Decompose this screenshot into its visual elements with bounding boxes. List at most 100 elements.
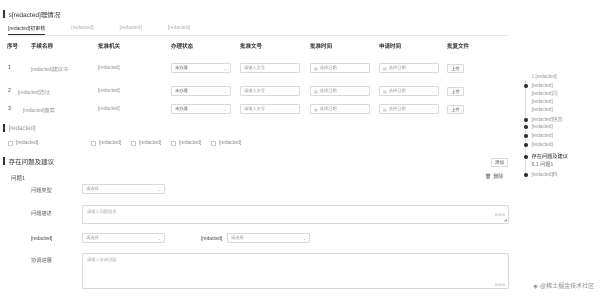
delete-issue-button[interactable]: 🗑 删除 xyxy=(485,173,504,181)
status-select[interactable]: 未办理 ⌄ xyxy=(171,63,231,73)
date-placeholder: 选择日期 xyxy=(388,106,406,111)
docnum-input[interactable]: 请输入文号 xyxy=(240,63,300,73)
calendar-icon: ▦ xyxy=(314,65,318,71)
calendar-icon: ▦ xyxy=(314,88,318,94)
anchor-item[interactable]: [redacted] xyxy=(520,133,553,139)
date-placeholder: 选择日期 xyxy=(388,65,406,70)
row-authority: [redacted] xyxy=(98,106,120,112)
table-row: 2 [redacted]选址 [redacted] 未办理 ⌄ 请输入文号 ▦ … xyxy=(0,86,500,98)
th-file: 批复文件 xyxy=(447,44,470,50)
select-placeholder: 请选择 xyxy=(86,186,99,191)
apply-date-picker[interactable]: ▦ 选择日期 xyxy=(379,63,439,73)
tab-4[interactable]: [redacted] xyxy=(168,24,190,35)
anchor-dot xyxy=(523,125,528,129)
row-name: [redacted]选址 xyxy=(18,90,50,96)
checkbox-box xyxy=(131,140,136,146)
left-select-label: [redacted] xyxy=(31,236,53,242)
checkbox-option[interactable]: [redacted] xyxy=(171,140,201,146)
checkbox-box xyxy=(91,140,96,146)
select-placeholder: 请选择 xyxy=(231,235,244,240)
checkbox-option[interactable]: [redacted] xyxy=(211,140,241,146)
left-select[interactable]: 请选择 ⌄ xyxy=(82,233,165,243)
checkbox-label: [redacted] xyxy=(139,140,162,146)
checkbox-label: [redacted] xyxy=(219,140,242,146)
calendar-icon: ▦ xyxy=(383,65,387,71)
textarea-placeholder: 请输入协调进展 xyxy=(87,257,117,262)
upload-button[interactable]: 上传 xyxy=(447,64,464,73)
status-value: 未办理 xyxy=(175,65,188,70)
issue-label: 问题1 xyxy=(11,176,26,182)
add-issue-button[interactable]: 添加 xyxy=(491,158,508,167)
section-marker xyxy=(3,10,5,18)
checkbox-option[interactable]: [redacted] xyxy=(91,140,121,146)
apply-date-picker[interactable]: ▦ 选择日期 xyxy=(379,104,439,114)
issue-type-select[interactable]: 请选择 ⌄ xyxy=(82,184,165,194)
coordination-textarea[interactable]: 请输入协调进展 0/500 xyxy=(82,253,509,289)
delete-label: 删除 xyxy=(493,174,504,180)
anchor-item[interactable]: [redacted]况 xyxy=(520,90,558,97)
issue-desc-textarea[interactable]: 请输入问题描述 0/500 ◢ xyxy=(82,205,509,224)
row-name: [redacted]备案 xyxy=(23,108,55,114)
checkbox-label: [redacted] xyxy=(179,140,202,146)
approval-date-picker[interactable]: ▦ 选择日期 xyxy=(310,63,370,73)
date-placeholder: 选择日期 xyxy=(319,65,337,70)
tab-2[interactable]: [redacted] xyxy=(71,24,93,35)
checkbox-box xyxy=(211,140,216,146)
right-select[interactable]: 请选择 ⌄ xyxy=(227,233,310,243)
tab-1[interactable]: [redacted]初审核 xyxy=(8,24,46,35)
row-authority: [redacted] xyxy=(98,65,120,71)
resize-grip-icon[interactable]: ◢ xyxy=(504,217,507,222)
char-counter: 0/500 xyxy=(494,282,505,287)
checkbox-box xyxy=(8,140,13,146)
status-select[interactable]: 未办理 ⌄ xyxy=(171,86,231,96)
trash-icon: 🗑 xyxy=(485,173,492,180)
section-marker xyxy=(3,157,5,165)
anchor-item-issues[interactable]: 存在问题及建议 xyxy=(520,153,568,160)
anchor-item[interactable]: [redacted]信息 xyxy=(520,116,563,123)
tab-3[interactable]: [redacted] xyxy=(120,24,142,35)
anchor-item[interactable]: [redacted] xyxy=(520,99,553,105)
calendar-icon: ▦ xyxy=(314,106,318,112)
th-docnum: 批准文号 xyxy=(240,44,263,50)
section-title-approval: s[redacted]理情况 xyxy=(3,9,60,19)
checkbox-label: [redacted] xyxy=(16,140,39,146)
table-row: 3 [redacted]备案 [redacted] 未办理 ⌄ 请输入文号 ▦ … xyxy=(0,104,500,116)
anchor-item[interactable]: [redacted] xyxy=(520,124,553,130)
section-title-text: s[redacted]理情况 xyxy=(8,12,61,19)
th-status: 办理状态 xyxy=(171,44,194,50)
checkbox-option[interactable]: [redacted] xyxy=(131,140,161,146)
anchor-item-issue-1[interactable]: 6.1 问题1 xyxy=(520,161,554,168)
chevron-down-icon: ⌄ xyxy=(223,66,227,71)
apply-date-picker[interactable]: ▦ 选择日期 xyxy=(379,86,439,96)
anchor-dot xyxy=(523,84,528,88)
anchor-dot xyxy=(523,143,528,147)
approval-date-picker[interactable]: ▦ 选择日期 xyxy=(310,104,370,114)
approval-date-picker[interactable]: ▦ 选择日期 xyxy=(310,86,370,96)
section-marker xyxy=(3,124,5,132)
anchor-nav: 1 [redacted] [redacted] [redacted]况 [red… xyxy=(520,70,595,190)
th-authority: 批准机关 xyxy=(98,44,121,50)
upload-button[interactable]: 上传 xyxy=(447,105,464,114)
issue-desc-label: 问题描述 xyxy=(31,211,52,217)
docnum-input[interactable]: 请输入文号 xyxy=(240,104,300,114)
chevron-down-icon: ⌄ xyxy=(157,187,161,192)
th-name: 手续名称 xyxy=(31,44,54,50)
anchor-item[interactable]: 1 [redacted] xyxy=(520,74,557,80)
anchor-item[interactable]: [redacted]料 xyxy=(520,171,558,178)
anchor-item[interactable]: [redacted] xyxy=(520,83,553,89)
checkbox-option[interactable]: [redacted] xyxy=(8,140,38,146)
date-placeholder: 选择日期 xyxy=(319,106,337,111)
anchor-item[interactable]: [redacted] xyxy=(520,142,553,148)
section-title-issues: 存在问题及建议 xyxy=(3,156,54,166)
status-select[interactable]: 未办理 ⌄ xyxy=(171,104,231,114)
row-authority: [redacted] xyxy=(98,88,120,94)
anchor-item[interactable]: [redacted] xyxy=(520,107,553,113)
date-placeholder: 选择日期 xyxy=(388,88,406,93)
upload-button[interactable]: 上传 xyxy=(447,87,464,96)
calendar-icon: ▦ xyxy=(383,106,387,112)
chevron-down-icon: ⌄ xyxy=(302,236,306,241)
row-index: 2 xyxy=(8,88,11,94)
right-select-label: [redacted] xyxy=(201,236,223,242)
section-title-text: [redacted] xyxy=(8,124,36,132)
docnum-input[interactable]: 请输入文号 xyxy=(240,86,300,96)
